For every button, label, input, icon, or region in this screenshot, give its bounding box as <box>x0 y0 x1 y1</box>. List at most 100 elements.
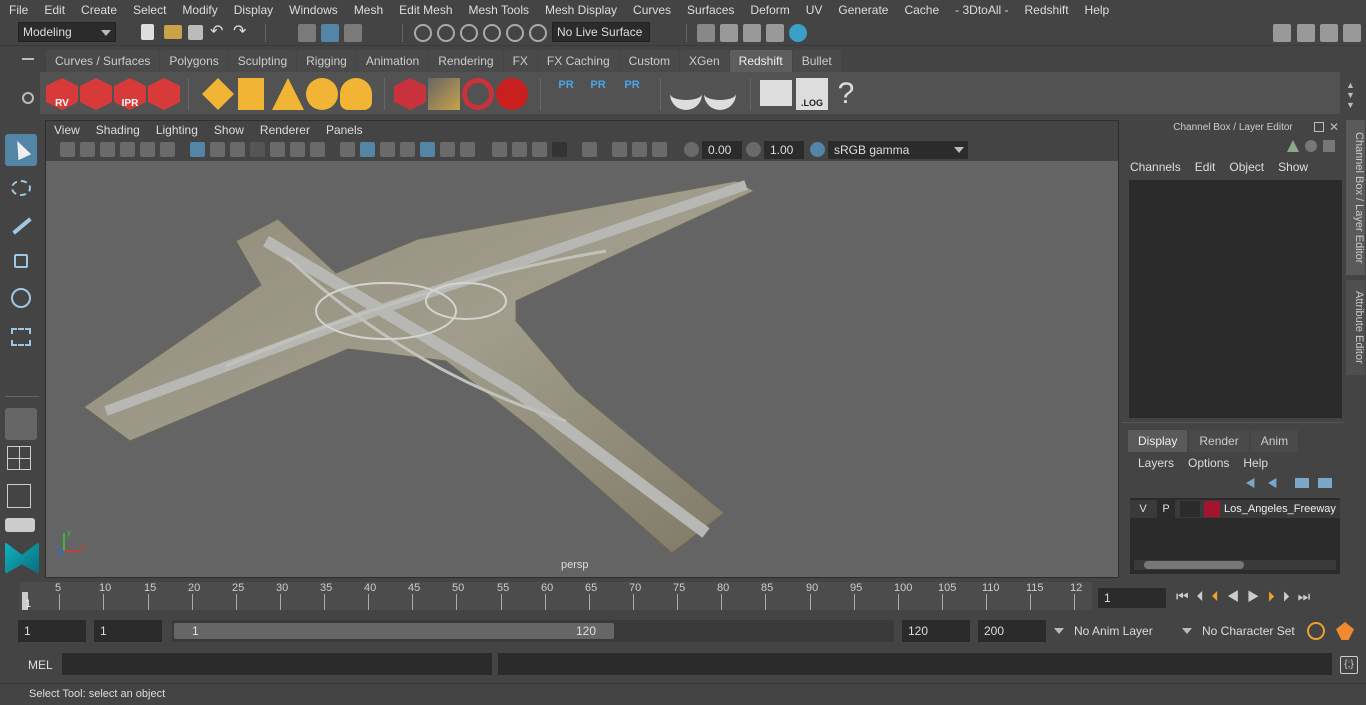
menu-file[interactable]: File <box>0 0 35 20</box>
channel-menu-show[interactable]: Show <box>1278 160 1308 174</box>
tab-bullet[interactable]: Bullet <box>792 50 841 72</box>
play-back-icon[interactable]: ◀ <box>1227 588 1248 604</box>
menu-create[interactable]: Create <box>72 0 124 20</box>
paint-select-icon[interactable] <box>5 210 37 242</box>
anim-layer-dropdown[interactable]: No Anim Layer <box>1052 621 1172 643</box>
wireframe-icon[interactable] <box>340 142 355 157</box>
resolution-gate-icon[interactable] <box>230 142 245 157</box>
default-material-icon[interactable] <box>380 142 395 157</box>
menu-windows[interactable]: Windows <box>280 0 345 20</box>
gamma-icon[interactable] <box>746 142 761 157</box>
use-all-lights-icon[interactable] <box>440 142 455 157</box>
channel-list[interactable] <box>1129 180 1342 418</box>
snap-view-icon[interactable] <box>483 24 501 42</box>
xray-components-icon[interactable] <box>652 142 667 157</box>
layer-menu-help[interactable]: Help <box>1243 456 1268 470</box>
log-icon[interactable]: .LOG <box>796 78 828 110</box>
snap-surface-icon[interactable] <box>506 24 524 42</box>
shadows-icon[interactable] <box>460 142 475 157</box>
modeling-toolkit-icon[interactable] <box>1297 24 1315 42</box>
panel-menu-view[interactable]: View <box>46 121 88 139</box>
attribute-editor-toggle-icon[interactable] <box>1320 24 1338 42</box>
close-icon[interactable]: ✕ <box>1329 120 1339 134</box>
menu-edit[interactable]: Edit <box>35 0 72 20</box>
menu-mesh-tools[interactable]: Mesh Tools <box>460 0 536 20</box>
anti-alias-icon[interactable] <box>532 142 547 157</box>
film-gate-icon[interactable] <box>210 142 225 157</box>
layer-color-swatch[interactable] <box>1204 501 1220 517</box>
character-set-dropdown[interactable]: No Character Set <box>1180 621 1300 643</box>
end-time-field[interactable]: 200 <box>978 620 1046 642</box>
pr-export-icon[interactable]: PR <box>582 78 614 110</box>
tab-curves-surfaces[interactable]: Curves / Surfaces <box>46 50 160 72</box>
lasso-tool-icon[interactable] <box>5 174 37 206</box>
range-slider[interactable]: 1 120 <box>172 620 894 642</box>
image-plane-icon[interactable] <box>120 142 135 157</box>
single-perspective-layout-icon[interactable] <box>5 408 37 440</box>
channel-menu-channels[interactable]: Channels <box>1130 160 1181 174</box>
mel-input[interactable] <box>62 653 492 675</box>
bake-icon[interactable] <box>670 78 702 110</box>
menu-redshift[interactable]: Redshift <box>1016 0 1076 20</box>
tab-animation[interactable]: Animation <box>356 50 429 72</box>
panel-menu-show[interactable]: Show <box>206 121 252 139</box>
live-surface-icon[interactable] <box>529 24 547 42</box>
light-portal-icon[interactable] <box>238 78 264 110</box>
panel-menu-renderer[interactable]: Renderer <box>252 121 318 139</box>
motion-blur-icon[interactable] <box>512 142 527 157</box>
grease-pencil-icon[interactable] <box>160 142 175 157</box>
isolate-select-icon[interactable] <box>582 142 597 157</box>
menu-help[interactable]: Help <box>1076 0 1117 20</box>
redo-icon[interactable]: ↷ <box>233 24 251 43</box>
redshift-settings-icon[interactable] <box>148 78 180 110</box>
exposure-field[interactable]: 0.00 <box>702 141 742 159</box>
layer-tab-render[interactable]: Render <box>1189 430 1249 452</box>
tab-channel-box[interactable]: Channel Box / Layer Editor <box>1346 120 1365 275</box>
field-chart-icon[interactable] <box>270 142 285 157</box>
step-back-icon[interactable]: ⏴ <box>1197 588 1212 604</box>
rotate-icon[interactable] <box>1305 140 1317 152</box>
tab-sculpting[interactable]: Sculpting <box>228 50 297 72</box>
scale-tool-icon[interactable] <box>5 320 37 352</box>
menu-edit-mesh[interactable]: Edit Mesh <box>390 0 459 20</box>
menu-mesh[interactable]: Mesh <box>345 0 390 20</box>
four-view-layout-icon[interactable] <box>5 444 33 472</box>
move-tool-icon[interactable] <box>5 246 37 278</box>
save-scene-icon[interactable] <box>188 25 203 40</box>
new-layer-icon[interactable] <box>1295 478 1309 488</box>
panel-menu-lighting[interactable]: Lighting <box>148 121 206 139</box>
step-forward-key-icon[interactable]: ⏵ <box>1268 588 1283 604</box>
menu-modify[interactable]: Modify <box>173 0 224 20</box>
tab-xgen[interactable]: XGen <box>679 50 729 72</box>
proxy-icon[interactable] <box>394 78 426 110</box>
channel-menu-object[interactable]: Object <box>1229 160 1264 174</box>
step-forward-icon[interactable]: ⏵ <box>1283 588 1298 604</box>
script-editor-icon[interactable]: {;} <box>1340 656 1358 674</box>
tab-attribute-editor[interactable]: Attribute Editor <box>1346 280 1365 375</box>
panel-menu-panels[interactable]: Panels <box>318 121 371 139</box>
color-management-icon[interactable] <box>810 142 825 157</box>
shelf-scroll-icon[interactable]: ▲ ▼ ▼ <box>1346 80 1356 110</box>
menu-mesh-display[interactable]: Mesh Display <box>536 0 624 20</box>
panel-menu-shading[interactable]: Shading <box>88 121 148 139</box>
play-forward-icon[interactable]: ▶ <box>1247 588 1268 604</box>
menu-select[interactable]: Select <box>124 0 173 20</box>
tab-redshift[interactable]: Redshift <box>729 50 792 72</box>
layer-type-toggle[interactable] <box>1180 501 1200 517</box>
hair-icon[interactable] <box>428 78 460 110</box>
new-scene-icon[interactable] <box>141 24 154 40</box>
tab-fx[interactable]: FX <box>503 50 537 72</box>
menu-cache[interactable]: Cache <box>895 0 946 20</box>
start-time-field[interactable]: 1 <box>18 620 86 642</box>
playback-end-field[interactable]: 120 <box>902 620 970 642</box>
redshift-rv-icon[interactable]: RV <box>46 78 78 110</box>
exposure-icon[interactable] <box>684 142 699 157</box>
rotate-tool-icon[interactable] <box>5 282 37 314</box>
current-frame-field[interactable]: 1 <box>1098 588 1166 608</box>
go-to-end-icon[interactable]: ⏭ <box>1298 588 1319 604</box>
menu-curves[interactable]: Curves <box>624 0 678 20</box>
live-surface-field[interactable]: No Live Surface <box>552 22 650 42</box>
safe-action-icon[interactable] <box>290 142 305 157</box>
menu-generate[interactable]: Generate <box>829 0 895 20</box>
workspace-icon[interactable] <box>1273 24 1291 42</box>
